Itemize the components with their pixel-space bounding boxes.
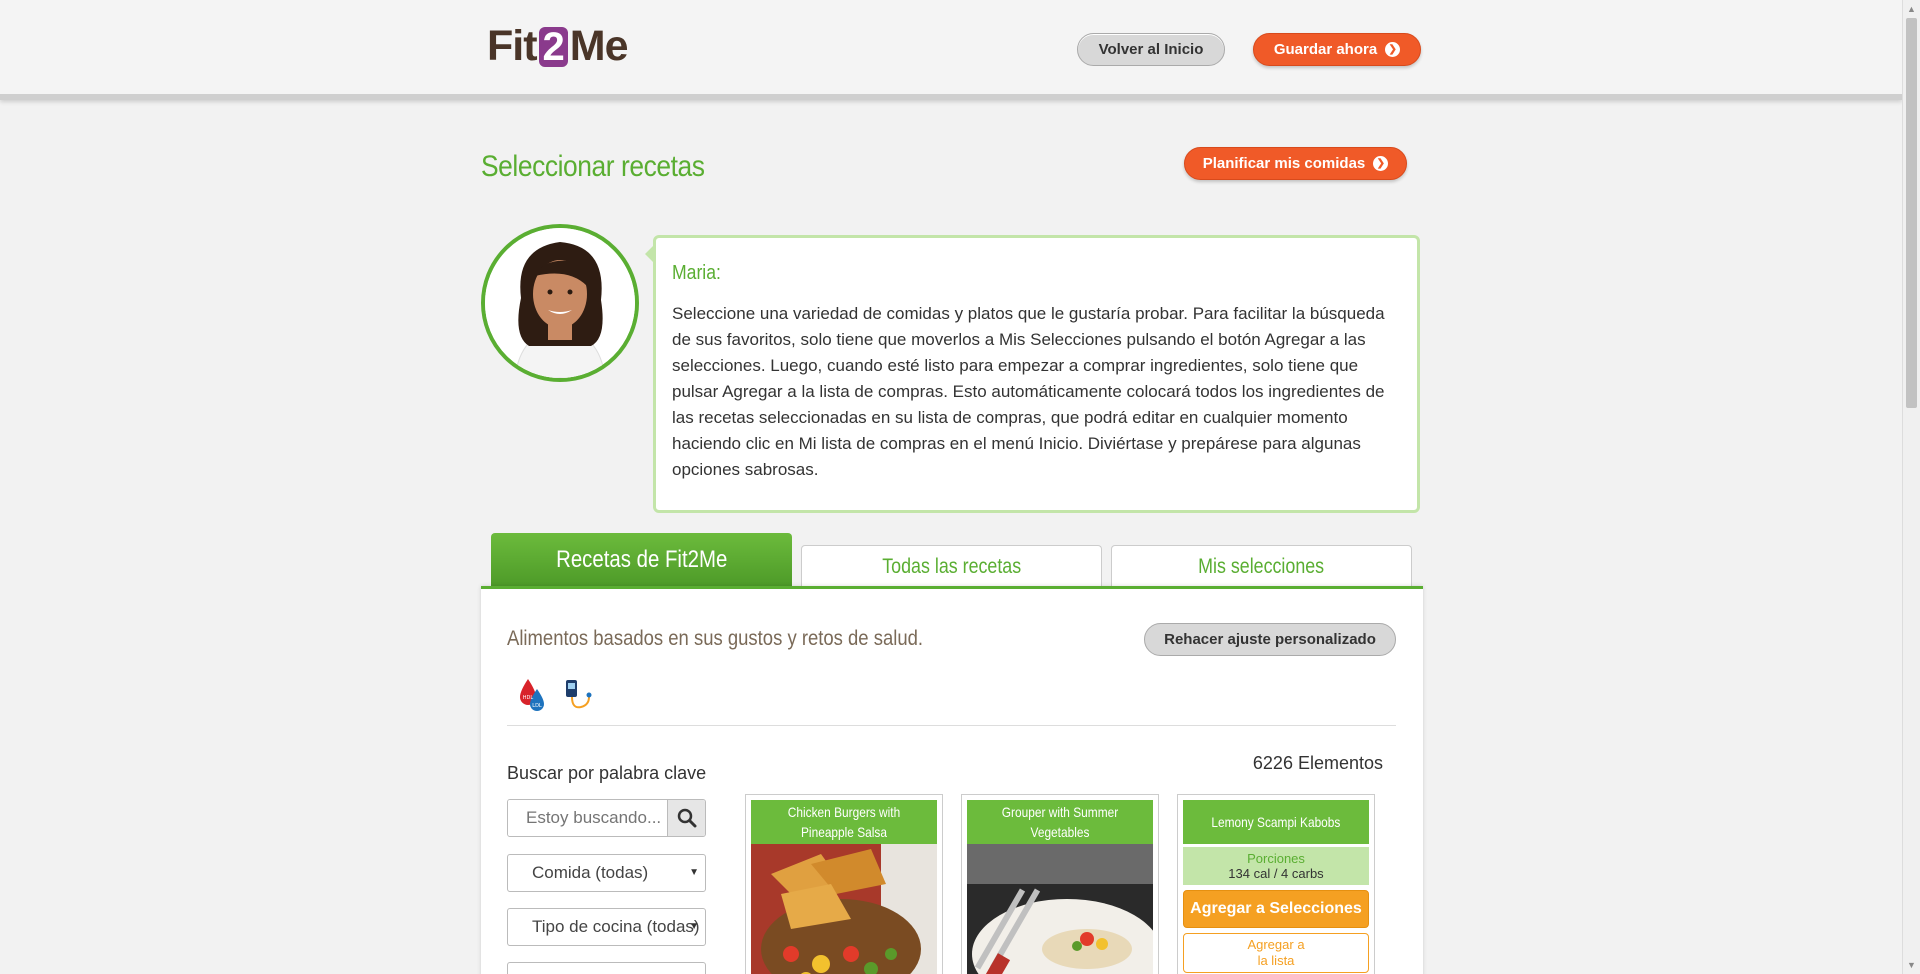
logo-text-2: 2 xyxy=(538,26,568,67)
coach-message: Seleccione una variedad de comidas y pla… xyxy=(672,304,1385,479)
redo-personalization-label: Rehacer ajuste personalizado xyxy=(1164,631,1376,648)
cuisine-filter-select[interactable]: Tipo de cocina (todas) ▼ xyxy=(507,908,706,946)
blood-glucose-meter-icon xyxy=(566,680,592,709)
recipe-card-title[interactable]: Chicken Burgers with Pineapple Salsa xyxy=(751,800,937,844)
recipes-panel: Alimentos basados en sus gustos y retos … xyxy=(481,586,1423,974)
back-home-label: Volver al Inicio xyxy=(1098,41,1204,58)
portion-label: Porciones xyxy=(1247,851,1305,866)
recipe-image[interactable] xyxy=(751,844,937,974)
tab-my-selections[interactable]: Mis selecciones xyxy=(1111,545,1412,587)
recipe-card[interactable]: Lemony Scampi Kabobs Porciones 134 cal /… xyxy=(1177,794,1375,974)
divider xyxy=(507,725,1396,726)
svg-text:LDL: LDL xyxy=(532,703,542,709)
recipe-photo-chicken-burgers xyxy=(751,844,937,974)
recipe-card[interactable]: Chicken Burgers with Pineapple Salsa xyxy=(745,794,943,974)
cholesterol-hdl-ldl-icon: HDL LDL xyxy=(520,679,544,711)
keyword-search-input[interactable] xyxy=(508,800,667,836)
add-to-selections-label: Agregar a Selecciones xyxy=(1190,900,1362,917)
add-to-list-label-line1: Agregar a xyxy=(1247,937,1305,952)
arrow-right-circle-icon: ❯ xyxy=(1373,156,1389,171)
tab-label: Mis selecciones xyxy=(1198,554,1325,578)
portion-value: 134 cal / 4 carbs xyxy=(1228,866,1324,881)
coach-speech-bubble: Maria: Seleccione una variedad de comida… xyxy=(653,235,1420,513)
coach-name: Maria: xyxy=(672,262,721,284)
fit2me-logo[interactable]: Fit 2 Me xyxy=(487,22,629,71)
top-header: Fit 2 Me Volver al Inicio Guardar ahora ❯ xyxy=(0,0,1902,100)
redo-personalization-button[interactable]: Rehacer ajuste personalizado xyxy=(1144,623,1396,656)
recipe-photo-grouper xyxy=(967,844,1153,974)
meal-filter-value: Comida (todas) xyxy=(532,863,649,882)
dropdown-caret-icon: ▼ xyxy=(689,921,699,932)
coach-portrait-icon xyxy=(485,228,635,378)
extra-filter-select[interactable] xyxy=(507,962,706,974)
search-button[interactable] xyxy=(667,800,705,836)
back-home-button[interactable]: Volver al Inicio xyxy=(1077,33,1225,66)
dropdown-caret-icon: ▼ xyxy=(689,867,699,878)
tab-all-recipes[interactable]: Todas las recetas xyxy=(801,545,1102,587)
scroll-down-arrow-icon[interactable]: ▼ xyxy=(1907,960,1916,970)
recipe-card-title[interactable]: Lemony Scampi Kabobs xyxy=(1183,800,1369,844)
search-field xyxy=(507,799,706,837)
panel-subtitle: Alimentos basados en sus gustos y retos … xyxy=(507,627,924,650)
meal-filter-select[interactable]: Comida (todas) ▼ xyxy=(507,854,706,892)
recipe-image[interactable] xyxy=(967,844,1153,974)
portion-info: Porciones 134 cal / 4 carbs xyxy=(1183,847,1369,885)
recipe-card[interactable]: Grouper with Summer Vegetables xyxy=(961,794,1159,974)
coach-avatar xyxy=(481,224,639,382)
recipe-title-text: Lemony Scampi Kabobs xyxy=(1211,814,1341,830)
page-scrollbar[interactable]: ▲ ▼ xyxy=(1902,0,1920,974)
save-now-label: Guardar ahora xyxy=(1273,41,1378,58)
add-to-list-label-line2: la lista xyxy=(1257,953,1295,968)
svg-text:HDL: HDL xyxy=(523,695,534,701)
scroll-up-arrow-icon[interactable]: ▲ xyxy=(1907,4,1916,14)
recipe-title-text: Chicken Burgers with Pineapple Salsa xyxy=(787,804,901,840)
tab-label: Recetas de Fit2Me xyxy=(555,546,728,573)
search-icon xyxy=(677,808,696,828)
save-now-button[interactable]: Guardar ahora ❯ xyxy=(1253,33,1421,66)
scrollbar-thumb[interactable] xyxy=(1906,18,1917,408)
add-to-list-button[interactable]: Agregar a la lista xyxy=(1183,933,1369,973)
health-icons-row: HDL LDL xyxy=(517,677,593,713)
add-to-selections-button[interactable]: Agregar a Selecciones xyxy=(1183,890,1369,928)
logo-text-me: Me xyxy=(569,22,629,70)
tab-fit2me-recipes[interactable]: Recetas de Fit2Me xyxy=(491,533,792,587)
arrow-right-circle-icon: ❯ xyxy=(1385,42,1401,57)
plan-meals-button[interactable]: Planificar mis comidas ❯ xyxy=(1184,147,1407,180)
logo-text-fit: Fit xyxy=(487,22,538,70)
page-title: Seleccionar recetas xyxy=(481,150,705,183)
recipe-title-text: Grouper with Summer Vegetables xyxy=(1001,804,1119,840)
recipe-card-title[interactable]: Grouper with Summer Vegetables xyxy=(967,800,1153,844)
cuisine-filter-value: Tipo de cocina (todas) xyxy=(532,917,700,936)
tab-label: Todas las recetas xyxy=(882,554,1021,578)
search-label: Buscar por palabra clave xyxy=(507,763,707,783)
plan-meals-label: Planificar mis comidas xyxy=(1202,155,1366,172)
results-count: 6226 Elementos xyxy=(1252,753,1383,773)
